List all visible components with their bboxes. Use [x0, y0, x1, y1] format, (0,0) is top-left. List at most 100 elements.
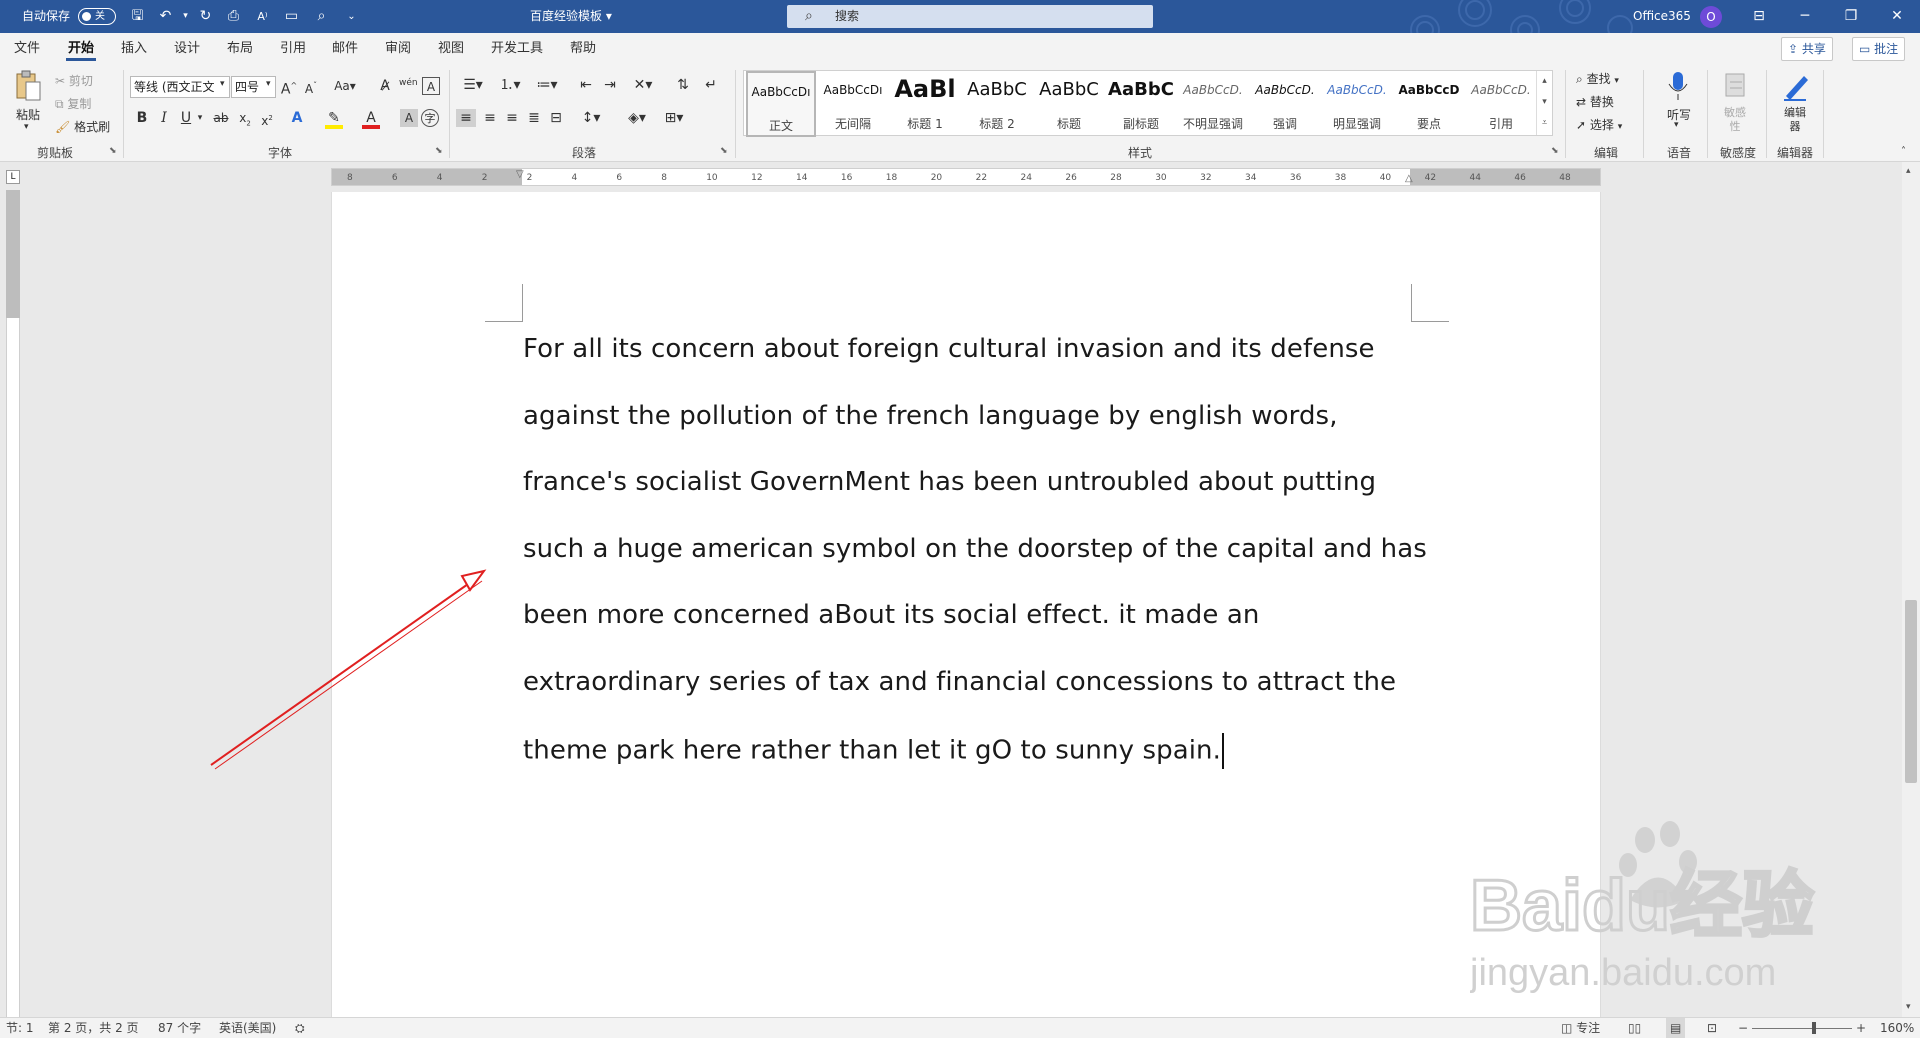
zoom-out-icon[interactable]: −: [1738, 1018, 1748, 1038]
tab-view[interactable]: 视图: [438, 33, 464, 64]
customize-qat-icon[interactable]: ⌄: [343, 8, 360, 25]
underline-dropdown-icon[interactable]: ▾: [195, 109, 205, 127]
tab-design[interactable]: 设计: [174, 33, 200, 64]
show-marks-icon[interactable]: ↵: [701, 76, 721, 94]
document-line[interactable]: against the pollution of the french lang…: [523, 401, 1338, 431]
style-intense-emphasis[interactable]: AaBbCcD. 明显强调: [1322, 71, 1392, 137]
sort-icon[interactable]: ⇅: [673, 76, 693, 94]
tab-layout[interactable]: 布局: [227, 33, 253, 64]
styles-scroll[interactable]: ▴ ▾ ⩡: [1536, 71, 1552, 135]
tab-home[interactable]: 开始: [65, 33, 97, 64]
restore-icon[interactable]: ❐: [1828, 0, 1874, 33]
select-button[interactable]: ➚ 选择 ▾: [1576, 116, 1622, 133]
character-border-icon[interactable]: A: [422, 77, 440, 95]
document-line[interactable]: extraordinary series of tax and financia…: [523, 667, 1396, 697]
find-button[interactable]: ⌕ 查找 ▾: [1576, 70, 1619, 87]
close-icon[interactable]: ✕: [1874, 0, 1920, 33]
style-no-spacing[interactable]: AaBbCcDı 无间隔: [818, 71, 888, 137]
tab-selector-icon[interactable]: L: [6, 170, 20, 184]
font-size-dropdown-icon[interactable]: ▾: [266, 79, 271, 89]
zoom-slider[interactable]: [1752, 1028, 1852, 1029]
dictate-button[interactable]: 听写 ▾: [1655, 70, 1700, 140]
justify-icon[interactable]: ≣: [524, 109, 544, 127]
shrink-font-icon[interactable]: Aˇ: [302, 77, 320, 98]
status-word-count[interactable]: 87 个字: [158, 1018, 201, 1038]
right-indent-marker[interactable]: △: [1405, 173, 1413, 184]
shading-icon[interactable]: ◈▾: [622, 109, 652, 127]
document-line[interactable]: been more concerned aBout its social eff…: [523, 600, 1259, 630]
ribbon-display-icon[interactable]: ⊟: [1736, 0, 1782, 33]
paragraph-launcher-icon[interactable]: ⬊: [720, 146, 728, 156]
print-preview-icon[interactable]: ⎙: [225, 8, 242, 25]
status-section[interactable]: 节: 1: [6, 1018, 34, 1038]
document-line[interactable]: such a huge american symbol on the doors…: [523, 534, 1427, 564]
italic-icon[interactable]: I: [156, 109, 172, 127]
increase-indent-icon[interactable]: ⇥: [600, 76, 620, 94]
comments-button[interactable]: ▭ 批注: [1852, 37, 1906, 61]
bullets-icon[interactable]: ☰▾: [458, 76, 488, 94]
zoom-slider-thumb[interactable]: [1812, 1022, 1816, 1034]
account-name[interactable]: Office365: [1633, 0, 1691, 33]
document-title[interactable]: 百度经验模板 ▾: [530, 0, 612, 33]
search-box[interactable]: ⌕ 搜索: [787, 5, 1153, 28]
distributed-icon[interactable]: ⊟: [546, 109, 566, 127]
web-layout-icon[interactable]: ⊡: [1707, 1018, 1717, 1038]
font-name-combo[interactable]: 等线 (西文正文: [130, 76, 230, 98]
multilevel-list-icon[interactable]: ≔▾: [532, 76, 562, 94]
clear-formatting-icon[interactable]: A̷: [376, 77, 394, 95]
avatar[interactable]: O: [1700, 6, 1722, 28]
style-heading-2[interactable]: AaBbC 标题 2: [962, 71, 1032, 137]
format-painter-button[interactable]: 🖌 格式刷: [55, 118, 110, 135]
decrease-indent-icon[interactable]: ⇤: [576, 76, 596, 94]
style-strong[interactable]: AaBbCcD 要点: [1394, 71, 1464, 137]
style-quote[interactable]: AaBbCcD. 引用: [1466, 71, 1536, 137]
print-layout-icon[interactable]: ▤: [1666, 1018, 1686, 1038]
subscript-icon[interactable]: x2: [236, 109, 254, 132]
redo-icon[interactable]: ↻: [197, 8, 214, 25]
change-case-icon[interactable]: Aa▾: [332, 77, 358, 95]
grow-font-icon[interactable]: A^: [280, 77, 298, 99]
tab-file[interactable]: 文件: [14, 33, 40, 64]
scroll-up-icon[interactable]: ▴: [1906, 166, 1911, 176]
document-line[interactable]: france's socialist GovernMent has been u…: [523, 467, 1376, 497]
tab-references[interactable]: 引用: [280, 33, 306, 64]
underline-icon[interactable]: U: [178, 109, 194, 127]
status-page[interactable]: 第 2 页，共 2 页: [48, 1018, 139, 1038]
style-normal[interactable]: AaBbCcDı 正文: [746, 71, 816, 137]
font-launcher-icon[interactable]: ⬊: [435, 146, 443, 156]
zoom-in-icon[interactable]: +: [1856, 1018, 1866, 1038]
font-color-icon[interactable]: A: [362, 109, 380, 129]
borders-icon[interactable]: ⊞▾: [659, 109, 689, 127]
align-left-icon[interactable]: ≡: [456, 109, 476, 127]
align-right-icon[interactable]: ≡: [502, 109, 522, 127]
read-mode-icon[interactable]: ▯▯: [1628, 1018, 1641, 1038]
accessibility-icon[interactable]: ⛭: [295, 1018, 305, 1038]
tab-mailings[interactable]: 邮件: [332, 33, 358, 64]
copy-button[interactable]: ⧉ 复制: [55, 95, 91, 112]
first-line-indent-marker[interactable]: ▽: [516, 169, 524, 180]
screenshot-icon[interactable]: ▭: [283, 8, 300, 25]
line-spacing-icon[interactable]: ↕▾: [576, 109, 606, 127]
share-button[interactable]: ⇪ 共享: [1781, 37, 1833, 61]
document-line[interactable]: For all its concern about foreign cultur…: [523, 334, 1375, 364]
autosave-toggle[interactable]: 关: [78, 8, 116, 25]
align-center-icon[interactable]: ≡: [480, 109, 500, 127]
font-name-dropdown-icon[interactable]: ▾: [220, 79, 225, 89]
style-title[interactable]: AaBbC 标题: [1034, 71, 1104, 137]
scroll-thumb[interactable]: [1905, 600, 1917, 783]
phonetic-guide-icon[interactable]: wén: [399, 74, 418, 92]
tab-insert[interactable]: 插入: [121, 33, 147, 64]
bold-icon[interactable]: B: [134, 109, 150, 127]
enclose-characters-icon[interactable]: 字: [421, 109, 439, 127]
cut-button[interactable]: ✂ 剪切: [55, 72, 93, 89]
style-subtitle[interactable]: AaBbC 副标题: [1106, 71, 1176, 137]
style-emphasis[interactable]: AaBbCcD. 强调: [1250, 71, 1320, 137]
vertical-scrollbar[interactable]: ▴ ▾: [1902, 162, 1920, 1017]
tab-help[interactable]: 帮助: [570, 33, 596, 64]
zoom-level[interactable]: 160%: [1880, 1018, 1914, 1038]
collapse-ribbon-icon[interactable]: ˄: [1901, 146, 1906, 157]
highlight-icon[interactable]: ✎: [325, 109, 343, 129]
editor-button[interactable]: 编辑器: [1775, 70, 1815, 140]
numbering-icon[interactable]: ⒈▾: [495, 76, 525, 94]
text-effects-icon[interactable]: A: [288, 109, 306, 127]
